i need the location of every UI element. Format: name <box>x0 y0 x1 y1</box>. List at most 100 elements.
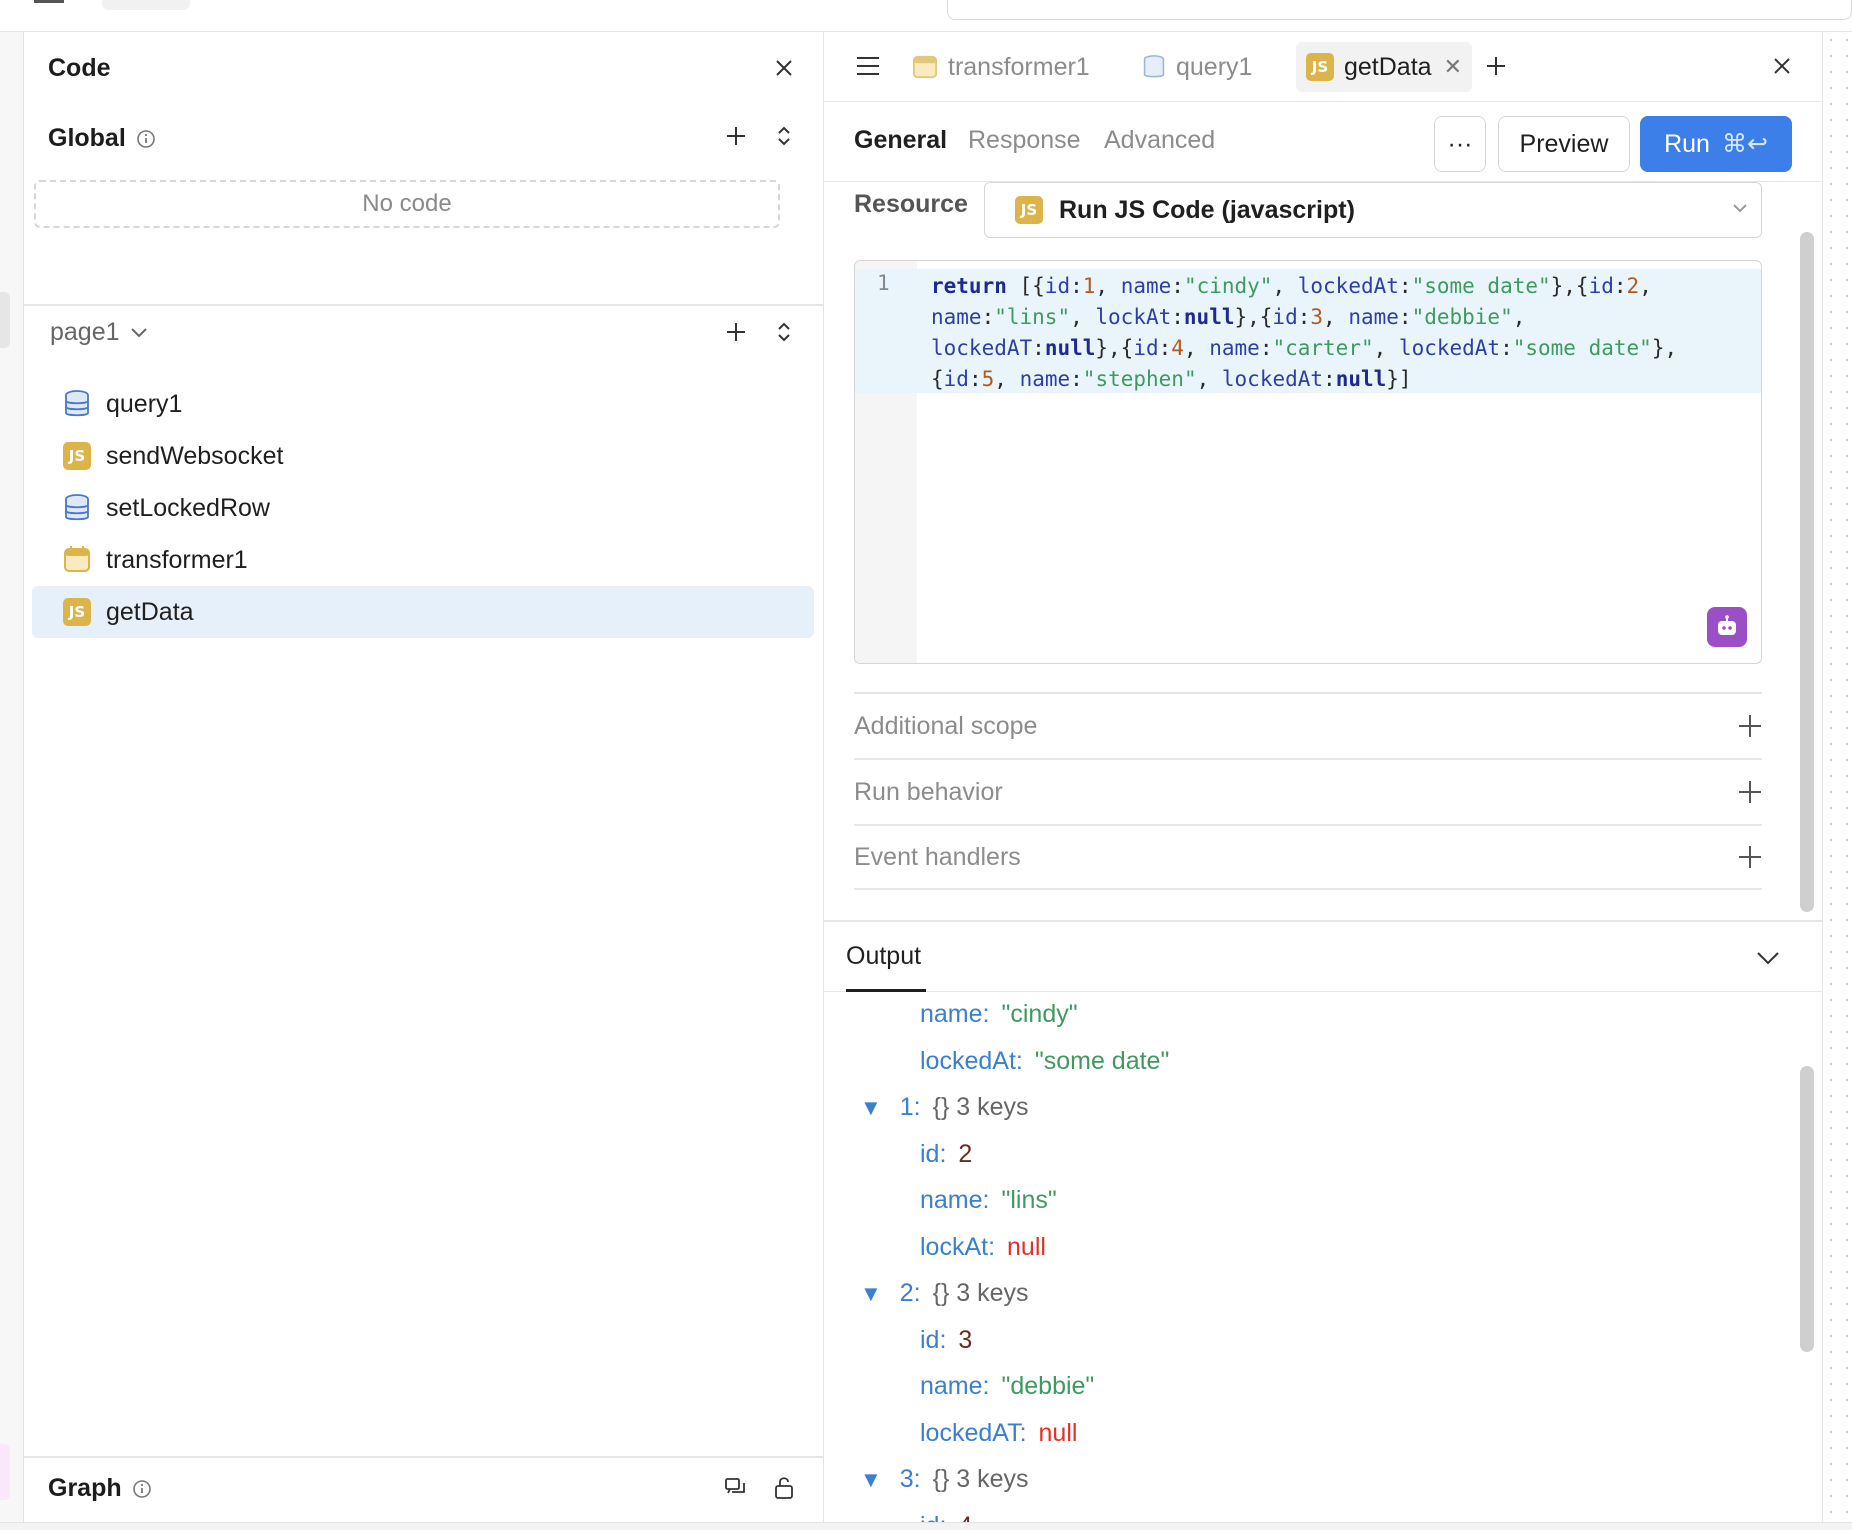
page-selector[interactable]: page1 <box>50 318 148 347</box>
close-editor-icon[interactable] <box>1766 50 1798 82</box>
resource-value: Run JS Code (javascript) <box>1059 195 1355 224</box>
output-value: 2 <box>958 1139 973 1168</box>
output-value: "some date" <box>1034 1046 1170 1075</box>
output-object-row[interactable]: ▼ 3: {} 3 keys <box>860 1465 1029 1494</box>
code-line: name:"lins", lockAt:null},{id:3, name:"d… <box>931 305 1526 329</box>
expand-triangle-icon[interactable]: ▼ <box>860 1467 882 1493</box>
output-value: "debbie" <box>1001 1372 1095 1400</box>
output-tree: name: "cindy" lockedAt: "some date" ▼ 1: {} 3 … <box>824 992 1822 1522</box>
section-label: Additional scope <box>854 711 1038 740</box>
event-handlers-section[interactable]: Event handlers <box>854 824 1762 890</box>
code-text: return [{id:1, name:"cindy", lockedAt:"s… <box>931 271 1677 395</box>
additional-scope-section[interactable]: Additional scope <box>854 692 1762 758</box>
expand-collapse-icon[interactable] <box>768 316 800 348</box>
scrollbar[interactable] <box>1800 1066 1814 1352</box>
tab-advanced[interactable]: Advanced <box>1104 126 1215 155</box>
output-key: id: <box>920 1325 947 1354</box>
query-item-transformer1[interactable]: transformer1 <box>32 534 814 586</box>
section-label: Event handlers <box>854 842 1021 871</box>
preview-button[interactable]: Preview <box>1498 116 1630 172</box>
database-icon <box>62 493 92 523</box>
output-key: 1: <box>899 1093 921 1121</box>
output-key: name: <box>920 1000 990 1028</box>
scrollbar[interactable] <box>1800 232 1814 912</box>
divider <box>24 304 824 306</box>
section-label: Run behavior <box>854 777 1003 806</box>
output-key: 2: <box>899 1279 921 1307</box>
tab-getdata[interactable]: JS getData ✕ <box>1296 42 1472 92</box>
rail-tab[interactable] <box>0 292 10 348</box>
output-title[interactable]: Output <box>846 942 921 971</box>
output-field-row: id: 2 <box>920 1140 972 1169</box>
output-value: null <box>1038 1418 1078 1447</box>
run-button[interactable]: Run ⌘↩ <box>1640 116 1792 172</box>
query-item-label: transformer1 <box>106 545 248 574</box>
search-input[interactable] <box>947 0 1852 20</box>
output-key: name: <box>920 1186 990 1214</box>
tab-general[interactable]: General <box>854 126 947 155</box>
query-item-label: getData <box>106 597 194 626</box>
database-icon <box>1142 53 1166 81</box>
close-icon[interactable] <box>768 52 800 84</box>
panel-title: Code <box>48 54 111 82</box>
hamburger-icon[interactable] <box>852 50 884 82</box>
js-icon: JS <box>1015 196 1043 224</box>
tab-query1[interactable]: query1 <box>1132 42 1262 92</box>
ai-assist-icon[interactable] <box>1707 607 1747 647</box>
output-value: {} 3 keys <box>932 1465 1029 1493</box>
transformer-icon <box>912 54 938 80</box>
query-item-query1[interactable]: query1 <box>32 378 814 430</box>
global-section-title: Global <box>48 124 156 153</box>
output-object-row[interactable]: ▼ 2: {} 3 keys <box>860 1279 1029 1308</box>
js-icon: JS <box>62 441 92 471</box>
divider <box>24 1456 824 1458</box>
add-global-icon[interactable] <box>720 120 752 152</box>
code-line: {id:5, name:"stephen", lockedAt:null}] <box>931 367 1412 391</box>
expand-triangle-icon[interactable]: ▼ <box>860 1281 882 1307</box>
output-field-row: id: 3 <box>920 1326 972 1355</box>
app-menu-icon[interactable] <box>34 0 64 4</box>
code-editor[interactable]: 1 return [{id:1, name:"cindy", lockedAt:… <box>854 260 1762 664</box>
query-item-sendwebsocket[interactable]: JS sendWebsocket <box>32 430 814 482</box>
rail-tab[interactable] <box>0 1444 10 1500</box>
query-item-setlockedrow[interactable]: setLockedRow <box>32 482 814 534</box>
output-key: id: <box>920 1512 946 1523</box>
tab-transformer1[interactable]: transformer1 <box>902 42 1100 92</box>
comments-icon[interactable] <box>720 1472 752 1504</box>
tab-response[interactable]: Response <box>968 126 1081 155</box>
bottom-edge <box>0 1522 1852 1530</box>
close-tab-icon[interactable]: ✕ <box>1444 54 1462 80</box>
app-switcher[interactable] <box>102 0 190 10</box>
query-tab-bar: transformer1 query1 JS getData ✕ <box>824 32 1822 102</box>
expand-collapse-icon[interactable] <box>768 120 800 152</box>
output-value: {} 3 keys <box>932 1093 1029 1121</box>
query-item-label: query1 <box>106 389 183 418</box>
chevron-down-icon <box>1733 203 1747 213</box>
code-line: return [{id:1, name:"cindy", lockedAt:"s… <box>931 274 1652 298</box>
output-value: null <box>1007 1232 1046 1261</box>
output-value: "cindy" <box>1001 1000 1078 1028</box>
output-field-row: name: "debbie" <box>920 1372 1094 1401</box>
output-key: lockAt: <box>920 1232 996 1261</box>
tab-label: transformer1 <box>948 52 1090 81</box>
tab-label: query1 <box>1176 52 1253 81</box>
output-key: lockedAt: <box>920 1046 1023 1075</box>
query-item-label: setLockedRow <box>106 493 270 522</box>
left-rail <box>0 32 24 1522</box>
run-behavior-section[interactable]: Run behavior <box>854 758 1762 824</box>
graph-label: Graph <box>48 1474 122 1502</box>
more-options-button[interactable]: ··· <box>1434 116 1486 172</box>
chevron-down-icon[interactable] <box>1752 942 1784 974</box>
query-item-getdata[interactable]: JS getData <box>32 586 814 638</box>
page-label: page1 <box>50 318 120 346</box>
add-query-icon[interactable] <box>720 316 752 348</box>
info-icon <box>136 129 156 149</box>
add-tab-icon[interactable] <box>1480 50 1512 82</box>
expand-triangle-icon[interactable]: ▼ <box>860 1095 882 1121</box>
code-line: lockedAT:null},{id:4, name:"carter", loc… <box>931 336 1678 360</box>
canvas-edge <box>1822 32 1852 1530</box>
unlock-icon[interactable] <box>768 1472 800 1504</box>
transformer-icon <box>62 545 92 575</box>
output-object-row[interactable]: ▼ 1: {} 3 keys <box>860 1093 1029 1122</box>
resource-select[interactable]: JS Run JS Code (javascript) <box>984 182 1762 238</box>
